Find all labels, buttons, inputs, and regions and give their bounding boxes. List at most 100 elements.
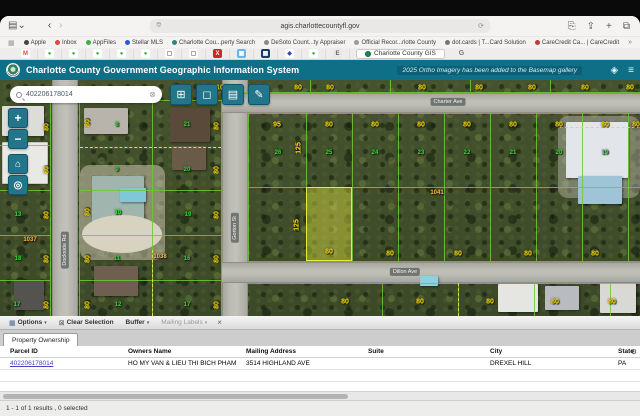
favorites-overflow-chevron[interactable]: » — [628, 39, 632, 46]
table-settings-gear-icon[interactable]: ⚙ — [631, 348, 637, 356]
map-label: 80 — [325, 249, 333, 256]
parcel-line — [248, 261, 640, 262]
home-extent-button[interactable]: ⌂ — [8, 154, 28, 174]
privacy-shield-icon[interactable]: ⎊ — [156, 22, 162, 30]
parcel-id-link[interactable]: 402206178014 — [10, 360, 53, 367]
buffer-menu[interactable]: Buffer ▾ — [122, 319, 154, 326]
close-results-icon[interactable]: × — [217, 318, 222, 327]
favorite-favicon — [535, 40, 540, 45]
favorite-item[interactable]: Official Recor...rlotte County — [354, 40, 436, 46]
tab-g[interactable]: G — [459, 50, 464, 57]
buffer-label: Buffer — [126, 319, 145, 326]
street-label: Gorton St — [231, 213, 239, 243]
column-header[interactable]: Suite — [358, 346, 480, 358]
pinned-tab[interactable]: M — [14, 49, 38, 59]
sidebar-toggle-icon[interactable]: ▤⌄ — [8, 21, 26, 31]
map-label: 80 — [214, 122, 221, 130]
map-label: 80 — [551, 299, 559, 306]
pinned-tab[interactable]: ● — [86, 49, 110, 59]
pinned-tab[interactable]: ● — [302, 49, 326, 59]
parcel-line — [582, 113, 583, 261]
map-label: 1038 — [153, 254, 166, 260]
pinned-tab[interactable]: ▢ — [182, 49, 206, 59]
draw-tool-button[interactable]: ✎ — [248, 84, 270, 105]
parcel-line — [444, 113, 445, 261]
favorite-item[interactable]: CareCredit Ca... | CareCredit — [535, 40, 619, 46]
pinned-tab[interactable]: ● — [110, 49, 134, 59]
favorite-item[interactable]: Apple — [24, 40, 46, 46]
browser-toolbar: ▤⌄ ‹ › ⎊ agis.charlottecountyfl.gov ⟳ ⎘ … — [0, 16, 640, 36]
pinned-tab-favicon: X — [213, 49, 222, 58]
report-tool-button[interactable]: ▤ — [222, 84, 244, 105]
search-input[interactable]: 402206178014 — [26, 91, 145, 98]
new-tab-icon[interactable]: + — [606, 21, 612, 32]
safari-window: ▤⌄ ‹ › ⎊ agis.charlottecountyfl.gov ⟳ ⎘ … — [0, 16, 640, 416]
mailing-labels-caret-icon: ▾ — [205, 320, 208, 326]
horizontal-scrollbar[interactable] — [0, 391, 640, 400]
tab-overview-icon[interactable]: ⧉ — [623, 21, 630, 32]
map-label: 80 — [44, 211, 51, 219]
pinned-tab[interactable]: ● — [134, 49, 158, 59]
column-header[interactable]: Mailing Address — [236, 346, 358, 358]
favorite-label: Official Recor...rlotte County — [361, 40, 436, 46]
screen: ▤⌄ ‹ › ⎊ agis.charlottecountyfl.gov ⟳ ⎘ … — [0, 0, 640, 416]
pinned-tab[interactable]: X — [206, 49, 230, 59]
forward-button[interactable]: › — [59, 21, 62, 31]
favorite-item[interactable]: Stellar MLS — [125, 40, 163, 46]
parcel-line — [534, 283, 535, 316]
pinned-tab[interactable]: ● — [62, 49, 86, 59]
clear-search-icon[interactable]: ⊗ — [149, 90, 156, 99]
parcel-line — [79, 190, 221, 191]
parcel-line — [79, 100, 80, 316]
map-label: 11 — [114, 256, 120, 262]
mailing-labels-menu[interactable]: Mailing Labels ▾ — [157, 319, 211, 326]
dashed-line — [560, 127, 640, 128]
parcel-search-box[interactable]: 402206178014 ⊗ — [10, 86, 162, 103]
pinned-tab[interactable]: E — [326, 49, 350, 59]
column-header[interactable]: Parcel ID — [0, 346, 118, 358]
pinned-tab[interactable]: ▢ — [158, 49, 182, 59]
download-icon[interactable]: ⎘ — [568, 21, 576, 32]
layers-icon[interactable]: ◈ — [610, 65, 618, 76]
favorites-grid-icon[interactable]: ▦ — [8, 39, 15, 47]
tab-property-ownership[interactable]: Property Ownership — [3, 333, 78, 346]
table-row[interactable]: 402206178014HO MY VAN & LIEU THI BICH PH… — [0, 358, 640, 370]
favorite-item[interactable]: Charlotte Cou...perty Search — [172, 40, 255, 46]
map-label: 26 — [275, 150, 282, 156]
results-tab-row: Property Ownership — [0, 330, 640, 346]
menu-icon[interactable]: ≡ — [628, 65, 634, 76]
pinned-tab[interactable]: ● — [38, 49, 62, 59]
column-header[interactable]: City — [480, 346, 608, 358]
pinned-tab[interactable]: ▦ — [254, 49, 278, 59]
map-label: 80 — [341, 299, 349, 306]
pinned-tab[interactable]: ◆ — [278, 49, 302, 59]
favorite-item[interactable]: dot.cards | T...Card Solution — [445, 40, 526, 46]
favorite-item[interactable]: Inbox — [55, 40, 77, 46]
pinned-tab[interactable]: ▦ — [230, 49, 254, 59]
zoom-in-button[interactable]: + — [8, 108, 28, 128]
basemap-gallery-button[interactable]: ⊞ — [170, 84, 192, 105]
address-bar[interactable]: ⎊ agis.charlottecountyfl.gov ⟳ — [150, 19, 490, 33]
favorite-label: Charlotte Cou...perty Search — [179, 40, 255, 46]
map-label: 80 — [386, 251, 394, 258]
basemap-notification[interactable]: 2025 Ortho Imagery has been added to the… — [397, 66, 582, 75]
favorite-item[interactable]: DeSoto Count...ty Appraiser — [264, 40, 345, 46]
zoom-out-button[interactable]: − — [8, 129, 28, 149]
favorite-favicon — [172, 40, 177, 45]
clear-selection-button[interactable]: ⊠ Clear Selection — [55, 319, 118, 327]
tab-charlotte-county-gis[interactable]: Charlotte County GIS — [356, 49, 445, 59]
back-button[interactable]: ‹ — [48, 21, 51, 31]
my-location-button[interactable]: ◎ — [8, 175, 28, 195]
map-label: 12 — [115, 302, 122, 308]
parcel-line — [550, 80, 551, 92]
options-menu[interactable]: ▦ Options ▾ — [5, 319, 51, 327]
favorite-item[interactable]: AppFiles — [86, 40, 116, 46]
scrollbar-thumb[interactable] — [3, 394, 348, 399]
favorite-favicon — [86, 40, 91, 45]
share-icon[interactable]: ⇪ — [587, 21, 595, 32]
reload-icon[interactable]: ⟳ — [478, 22, 484, 30]
map[interactable]: 402206178014 ⊗ ⊞ ◻ ▤ ✎ + − ⌂ ◎ 601008080… — [0, 80, 640, 316]
column-header[interactable]: Owners Name — [118, 346, 236, 358]
select-tool-button[interactable]: ◻ — [196, 84, 218, 105]
table-header-row: Parcel IDOwners NameMailing AddressSuite… — [0, 346, 640, 358]
